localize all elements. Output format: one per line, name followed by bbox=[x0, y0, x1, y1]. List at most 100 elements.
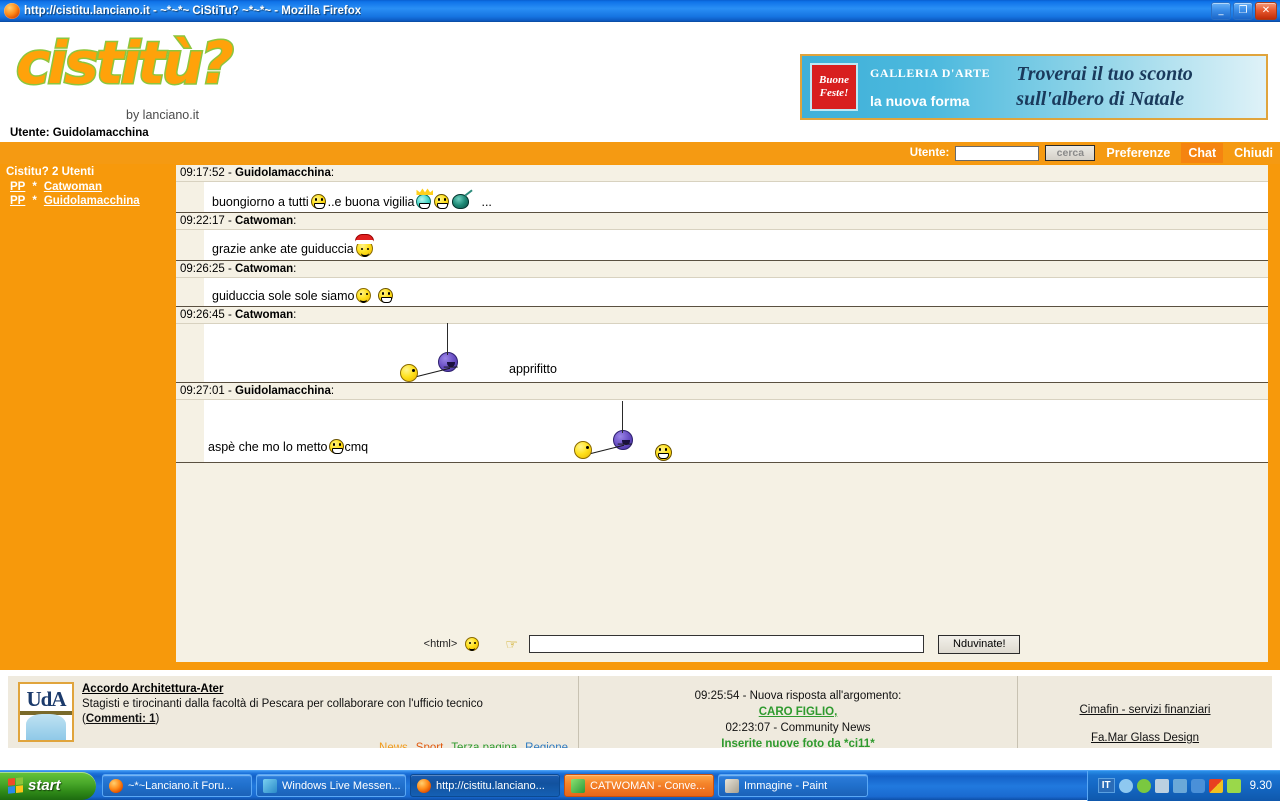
santa-hat-icon bbox=[354, 234, 374, 244]
banner-slogan-line2: sull'albero di Natale bbox=[1016, 88, 1185, 110]
chat-colon: : bbox=[293, 215, 297, 227]
chat-message: 09:27:01 - Guidolamacchina: aspè che mo … bbox=[176, 383, 1268, 463]
banner-badge-line2: Feste! bbox=[819, 87, 849, 99]
sidebar-user-catwoman[interactable]: Catwoman bbox=[44, 181, 102, 193]
footer-link-sport[interactable]: Sport bbox=[416, 742, 444, 748]
chat-message-body: guiduccia sole sole siamo bbox=[204, 278, 1268, 306]
user-icon[interactable] bbox=[1136, 778, 1151, 793]
emoticon-scene: apprifitto bbox=[204, 323, 1268, 382]
footer-community-link2[interactable]: Inserite nuove foto da *ci11* bbox=[579, 736, 1017, 748]
search-button[interactable]: cerca bbox=[1045, 145, 1096, 161]
smile-emoticon-icon bbox=[356, 288, 372, 303]
chat-message-header: 09:26:25 - Catwoman: bbox=[176, 261, 1268, 278]
chat-colon: : bbox=[330, 385, 335, 397]
banner-ad[interactable]: Buone Feste! GALLERIA D'ARTE la nuova fo… bbox=[800, 54, 1268, 120]
grin-emoticon-icon bbox=[328, 439, 344, 454]
emoticon-picker-icon[interactable] bbox=[465, 637, 480, 651]
grin-emoticon-icon bbox=[434, 194, 450, 209]
sidebar-user-guidolamacchina[interactable]: Guidolamacchina bbox=[44, 195, 140, 207]
site-navbar: Utente: cerca Preferenze Chat Chiudi bbox=[0, 142, 1280, 164]
volume-icon[interactable] bbox=[1190, 778, 1205, 793]
uda-logo-mark: UdA bbox=[26, 687, 66, 711]
banner-slogan: Troverai il tuo sconto sull'albero di Na… bbox=[1016, 62, 1192, 112]
rope-icon bbox=[447, 323, 448, 355]
taskbar-clock[interactable]: 9.30 bbox=[1250, 780, 1272, 792]
chat-text-part: aspè che mo lo metto bbox=[208, 439, 328, 454]
crown-icon bbox=[416, 188, 434, 195]
uda-logo: UdA bbox=[18, 682, 74, 742]
chat-timestamp: 09:17:52 bbox=[180, 167, 225, 179]
user-list-sidebar: Cistitu? 2 Utenti PP * Catwoman PP * Gui… bbox=[0, 164, 168, 670]
browser-content: cistitù? by lanciano.it Buone Feste! GAL… bbox=[0, 22, 1280, 748]
window-titlebar: http://cistitu.lanciano.it - ~*~*~ CiSti… bbox=[0, 0, 1280, 22]
windows-taskbar: start ~*~Lanciano.it Foru... Windows Liv… bbox=[0, 770, 1280, 801]
king-emoticon-icon bbox=[416, 188, 434, 209]
footer-comments-link[interactable]: Commenti: 1 bbox=[86, 713, 156, 725]
footer-link-news[interactable]: News bbox=[379, 742, 408, 748]
language-indicator[interactable]: IT bbox=[1097, 778, 1115, 793]
chat-text: aspè che mo lo metto cmq bbox=[208, 439, 368, 454]
footer-news-desc: Stagisti e tirocinanti dalla facoltà di … bbox=[82, 698, 483, 710]
monitor-icon[interactable] bbox=[1172, 778, 1187, 793]
arm-icon bbox=[416, 367, 451, 377]
chat-colon: : bbox=[330, 167, 335, 179]
user-search-input[interactable] bbox=[955, 145, 1040, 161]
user-list-item[interactable]: PP * Catwoman bbox=[0, 180, 168, 194]
chat-sep: - bbox=[224, 385, 235, 397]
chat-message-body: grazie anke ate guiduccia bbox=[204, 230, 1268, 260]
banner-subtitle: la nuova forma bbox=[870, 92, 970, 109]
close-button[interactable]: ✕ bbox=[1255, 1, 1277, 20]
battery-icon[interactable] bbox=[1226, 778, 1241, 793]
footer-news-comments-line: (Commenti: 1) bbox=[82, 712, 483, 727]
hand-cursor-icon: ☞ bbox=[505, 636, 518, 652]
taskbar-item-label: CATWOMAN - Conve... bbox=[590, 779, 706, 792]
chat-message: 09:26:25 - Catwoman: guiduccia sole sole… bbox=[176, 261, 1268, 307]
footer-news-title[interactable]: Accordo Architettura-Ater bbox=[82, 682, 483, 697]
site-logo-text: cistitù? bbox=[14, 28, 235, 99]
chat-text: grazie anke ate guiduccia bbox=[212, 234, 374, 257]
current-user-label: Utente: Guidolamacchina bbox=[10, 127, 149, 139]
minimize-button[interactable]: _ bbox=[1211, 1, 1231, 20]
chat-message-input[interactable] bbox=[529, 635, 925, 653]
chat-panel: 09:17:52 - Guidolamacchina: buongiorno a… bbox=[168, 164, 1280, 670]
footer-link-regione[interactable]: Regione bbox=[525, 742, 568, 748]
window-controls: _ ❐ ✕ bbox=[1211, 1, 1280, 20]
window-title: http://cistitu.lanciano.it - ~*~*~ CiSti… bbox=[24, 4, 362, 17]
footer-sponsor-1[interactable]: Cimafin - servizi finanziari bbox=[1018, 696, 1272, 724]
chat-text-part: ... bbox=[481, 194, 492, 209]
html-tag-label: <html> bbox=[423, 638, 458, 650]
nav-user-label: Utente: bbox=[909, 147, 950, 159]
chat-text-part: grazie anke ate guiduccia bbox=[212, 241, 354, 256]
nav-link-chiudi[interactable]: Chiudi bbox=[1227, 143, 1280, 163]
footer-link-terza-pagina[interactable]: Terza pagina bbox=[451, 742, 517, 748]
start-button[interactable]: start bbox=[0, 771, 96, 800]
chat-log-filler bbox=[176, 463, 1268, 583]
send-message-button[interactable]: Nduvinate! bbox=[938, 634, 1021, 654]
chat-author: Catwoman bbox=[235, 215, 294, 227]
back-arrow-icon[interactable] bbox=[1118, 778, 1133, 793]
taskbar-item-messenger[interactable]: Windows Live Messen... bbox=[256, 774, 406, 797]
chat-message: 09:26:45 - Catwoman: apprifitto bbox=[176, 307, 1268, 383]
user-list-item[interactable]: PP * Guidolamacchina bbox=[0, 194, 168, 208]
blob-emoticon-icon bbox=[452, 189, 474, 209]
grin-emoticon-icon bbox=[655, 444, 672, 461]
taskbar-item-cistitu[interactable]: http://cistitu.lanciano... bbox=[410, 774, 560, 797]
site-logo-subtitle: by lanciano.it bbox=[126, 108, 199, 122]
nav-link-chat[interactable]: Chat bbox=[1181, 143, 1224, 163]
footer-sponsor-2[interactable]: Fa.Mar Glass Design bbox=[1018, 724, 1272, 748]
pp-link[interactable]: PP bbox=[10, 181, 25, 193]
restore-button[interactable]: ❐ bbox=[1233, 1, 1253, 20]
site-logo[interactable]: cistitù? by lanciano.it bbox=[8, 24, 308, 123]
nav-link-preferenze[interactable]: Preferenze bbox=[1099, 143, 1177, 163]
footer-community-link1[interactable]: CARO FIGLIO, bbox=[579, 704, 1017, 720]
taskbar-item-paint[interactable]: Immagine - Paint bbox=[718, 774, 868, 797]
taskbar-item-lanciano-forum[interactable]: ~*~Lanciano.it Foru... bbox=[102, 774, 252, 797]
network-icon[interactable] bbox=[1154, 778, 1169, 793]
antivirus-icon[interactable] bbox=[1208, 778, 1223, 793]
taskbar-item-catwoman-chat[interactable]: CATWOMAN - Conve... bbox=[564, 774, 714, 797]
chat-log: 09:17:52 - Guidolamacchina: buongiorno a… bbox=[176, 165, 1268, 463]
chat-author: Guidolamacchina bbox=[235, 385, 331, 397]
pp-link[interactable]: PP bbox=[10, 195, 25, 207]
chat-message: 09:22:17 - Catwoman: grazie anke ate gui… bbox=[176, 213, 1268, 261]
online-star-icon: * bbox=[32, 195, 37, 207]
